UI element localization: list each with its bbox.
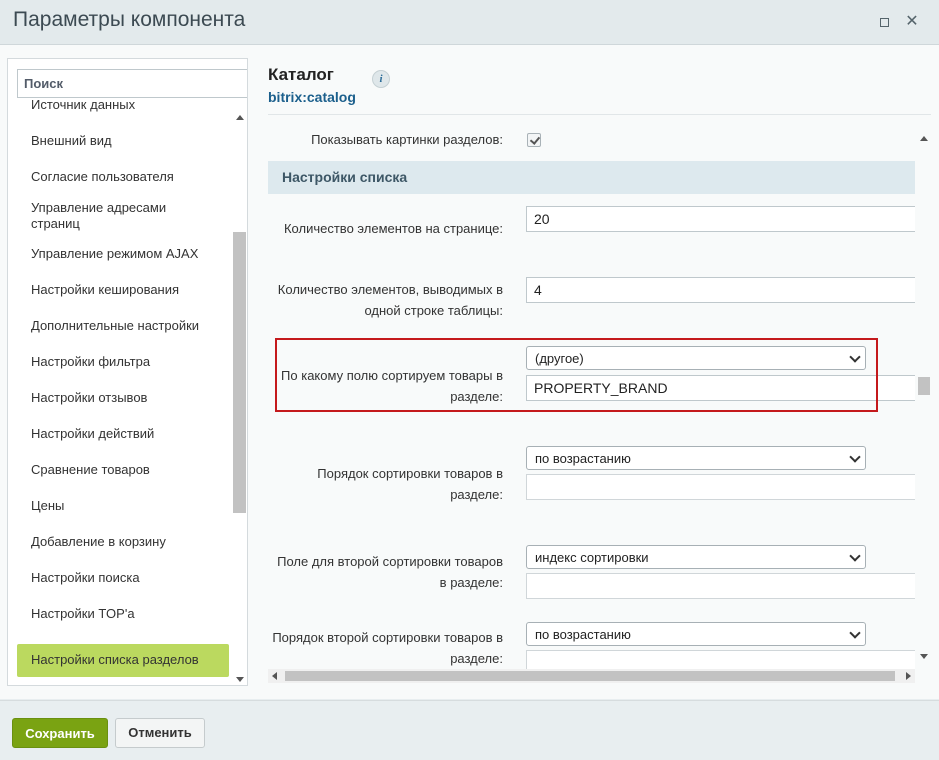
info-icon[interactable]: i <box>372 70 390 88</box>
sidebar-scrollbar[interactable] <box>233 107 247 685</box>
sort-field2-label-2: в разделе: <box>439 575 503 590</box>
page-element-count-input[interactable]: 20 <box>526 206 915 232</box>
page-element-count-label: Количество элементов на странице: <box>283 221 503 236</box>
sort-order2-label-1: Порядок второй сортировки товаров в <box>272 630 503 645</box>
sidebar-item-add-to-cart[interactable]: Добавление в корзину <box>17 534 229 550</box>
sidebar-item-additional[interactable]: Дополнительные настройки <box>17 318 229 334</box>
chevron-down-icon <box>849 451 861 463</box>
sort-order2-label-2: разделе: <box>450 651 503 666</box>
sidebar-list: Источник данных Внешний вид Согласие пол… <box>17 99 229 685</box>
line-element-count-input[interactable]: 4 <box>526 277 915 303</box>
scroll-left-icon[interactable] <box>272 672 277 680</box>
scrollbar-thumb[interactable] <box>233 232 246 513</box>
scroll-right-icon[interactable] <box>906 672 911 680</box>
highlight-box <box>275 338 878 412</box>
sort-order2-select[interactable]: по возрастанию <box>526 622 866 646</box>
sort-order2-custom-input[interactable] <box>526 650 915 670</box>
scroll-up-icon[interactable] <box>920 136 928 141</box>
line-element-count-label-2: одной строке таблицы: <box>364 303 503 318</box>
sidebar-item-ajax-mode[interactable]: Управление режимом AJAX <box>17 246 229 262</box>
divider <box>268 114 931 115</box>
sort-order-label-1: Порядок сортировки товаров в <box>317 466 503 481</box>
window-title: Параметры компонента <box>13 8 246 31</box>
sidebar-item-top[interactable]: Настройки TOP'а <box>17 606 229 622</box>
sort-field2-label-1: Поле для второй сортировки товаров <box>277 554 503 569</box>
sort-field2-select[interactable]: индекс сортировки <box>526 545 866 569</box>
scroll-down-icon[interactable] <box>920 654 928 659</box>
sort-field2-custom-input[interactable] <box>526 573 915 599</box>
search-input[interactable] <box>17 69 247 98</box>
close-icon[interactable]: ✕ <box>902 12 922 32</box>
sidebar-item-user-consent[interactable]: Согласие пользователя <box>17 169 229 185</box>
sidebar-item-actions[interactable]: Настройки действий <box>17 426 229 442</box>
cancel-button[interactable]: Отменить <box>115 718 205 748</box>
scroll-up-icon[interactable] <box>236 115 244 120</box>
section-header: Настройки списка <box>268 161 915 194</box>
form-horizontal-scrollbar[interactable] <box>268 669 915 683</box>
sidebar-item-search[interactable]: Настройки поиска <box>17 570 229 586</box>
scrollbar-thumb[interactable] <box>918 377 930 395</box>
window-titlebar: Параметры компонента ✕ <box>0 0 939 45</box>
component-name: Каталог <box>268 65 334 84</box>
sort-order-label-2: разделе: <box>450 487 503 502</box>
sort-order-custom-input[interactable] <box>526 474 915 500</box>
line-element-count-label-1: Количество элементов, выводимых в <box>277 282 503 297</box>
sidebar-item-reviews[interactable]: Настройки отзывов <box>17 390 229 406</box>
form-vertical-scrollbar[interactable] <box>917 128 931 672</box>
scroll-down-icon[interactable] <box>236 677 244 682</box>
sort-order2-selected: по возрастанию <box>535 627 631 642</box>
sidebar-item-prices[interactable]: Цены <box>17 498 229 514</box>
show-section-pictures-checkbox[interactable] <box>527 133 541 147</box>
sort-order-selected: по возрастанию <box>535 451 631 466</box>
dialog-footer: Сохранить Отменить <box>0 700 939 760</box>
sidebar-item-compare[interactable]: Сравнение товаров <box>17 462 229 478</box>
maximize-icon[interactable] <box>874 12 894 32</box>
chevron-down-icon <box>849 550 861 562</box>
section-title: Настройки списка <box>282 169 408 185</box>
sidebar-item-filter[interactable]: Настройки фильтра <box>17 354 229 370</box>
scrollbar-thumb[interactable] <box>285 671 895 681</box>
save-button[interactable]: Сохранить <box>12 718 108 748</box>
sidebar-item-caching[interactable]: Настройки кеширования <box>17 282 229 298</box>
sidebar-item-section-list[interactable]: Настройки списка разделов <box>17 644 229 677</box>
chevron-down-icon <box>849 627 861 639</box>
show-section-pictures-label: Показывать картинки разделов: <box>311 132 503 147</box>
sidebar-item-page-addresses[interactable]: Управление адресами страниц <box>17 200 187 232</box>
component-code: bitrix:catalog <box>268 89 356 105</box>
sections-sidebar: Источник данных Внешний вид Согласие пол… <box>7 58 248 686</box>
sidebar-item-appearance[interactable]: Внешний вид <box>17 133 229 149</box>
sidebar-item-data-source[interactable]: Источник данных <box>17 99 229 113</box>
sort-order-select[interactable]: по возрастанию <box>526 446 866 470</box>
sort-field2-selected: индекс сортировки <box>535 550 649 565</box>
